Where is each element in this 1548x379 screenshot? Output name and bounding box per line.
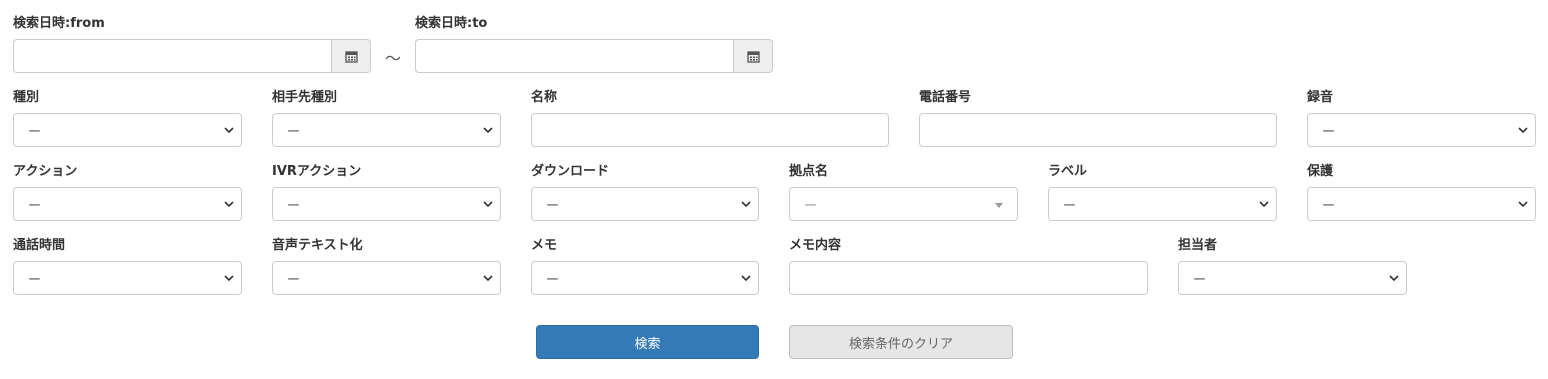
- search-button[interactable]: 検索: [536, 325, 759, 359]
- site-name-select-value: ー: [804, 198, 818, 214]
- download-label: ダウンロード: [531, 164, 610, 179]
- kind-select-value: ー: [28, 124, 42, 140]
- memo-select[interactable]: ー: [531, 261, 759, 295]
- chevron-down-icon: [224, 127, 234, 134]
- calendar-icon: [746, 50, 760, 63]
- name-input[interactable]: [531, 113, 889, 147]
- date-from-calendar-button[interactable]: [331, 39, 371, 73]
- kind-label: 種別: [13, 90, 40, 105]
- assignee-label: 担当者: [1178, 238, 1218, 253]
- caret-down-icon: [995, 203, 1003, 208]
- label-select-value: ー: [1063, 198, 1077, 214]
- duration-select[interactable]: ー: [13, 261, 242, 295]
- chevron-down-icon: [1518, 201, 1528, 208]
- chevron-down-icon: [1518, 127, 1528, 134]
- assignee-select[interactable]: ー: [1178, 261, 1407, 295]
- recording-select[interactable]: ー: [1307, 113, 1536, 147]
- date-to-input[interactable]: [415, 39, 733, 73]
- site-name-label: 拠点名: [789, 164, 829, 179]
- protect-label: 保護: [1307, 164, 1334, 179]
- date-from-input[interactable]: [13, 39, 331, 73]
- chevron-down-icon: [1389, 275, 1399, 282]
- clear-conditions-button[interactable]: 検索条件のクリア: [789, 325, 1013, 359]
- protect-select-value: ー: [1322, 198, 1336, 214]
- chevron-down-icon: [224, 275, 234, 282]
- label-select[interactable]: ー: [1048, 187, 1277, 221]
- partner-kind-select-value: ー: [287, 124, 301, 140]
- transcription-select[interactable]: ー: [272, 261, 501, 295]
- date-from-label: 検索日時:from: [13, 16, 105, 31]
- name-label: 名称: [531, 90, 558, 105]
- action-select-value: ー: [28, 198, 42, 214]
- partner-kind-label: 相手先種別: [272, 90, 338, 105]
- assignee-select-value: ー: [1193, 272, 1207, 288]
- ivr-action-label: IVRアクション: [272, 164, 362, 179]
- ivr-action-select-value: ー: [287, 198, 301, 214]
- transcription-label: 音声テキスト化: [272, 238, 363, 253]
- date-range-separator: ～: [385, 49, 402, 68]
- download-select[interactable]: ー: [531, 187, 759, 221]
- site-name-select[interactable]: ー: [789, 187, 1018, 221]
- calendar-icon: [344, 50, 358, 63]
- memo-content-input[interactable]: [789, 261, 1148, 295]
- memo-content-label: メモ内容: [789, 238, 842, 253]
- duration-label: 通話時間: [13, 238, 66, 253]
- memo-select-value: ー: [546, 272, 560, 288]
- label-label: ラベル: [1048, 164, 1088, 179]
- ivr-action-select[interactable]: ー: [272, 187, 501, 221]
- chevron-down-icon: [483, 127, 493, 134]
- date-to-label: 検索日時:to: [415, 16, 488, 31]
- recording-label: 録音: [1307, 90, 1334, 105]
- chevron-down-icon: [741, 275, 751, 282]
- action-select[interactable]: ー: [13, 187, 242, 221]
- duration-select-value: ー: [28, 272, 42, 288]
- chevron-down-icon: [1259, 201, 1269, 208]
- transcription-select-value: ー: [287, 272, 301, 288]
- date-to-calendar-button[interactable]: [733, 39, 773, 73]
- chevron-down-icon: [483, 275, 493, 282]
- phone-label: 電話番号: [919, 90, 972, 105]
- action-label: アクション: [13, 164, 78, 179]
- kind-select[interactable]: ー: [13, 113, 242, 147]
- phone-input[interactable]: [919, 113, 1277, 147]
- chevron-down-icon: [483, 201, 493, 208]
- download-select-value: ー: [546, 198, 560, 214]
- date-from-group: [13, 39, 371, 73]
- memo-label: メモ: [531, 238, 558, 253]
- protect-select[interactable]: ー: [1307, 187, 1536, 221]
- chevron-down-icon: [224, 201, 234, 208]
- chevron-down-icon: [741, 201, 751, 208]
- recording-select-value: ー: [1322, 124, 1336, 140]
- partner-kind-select[interactable]: ー: [272, 113, 501, 147]
- date-to-group: [415, 39, 773, 73]
